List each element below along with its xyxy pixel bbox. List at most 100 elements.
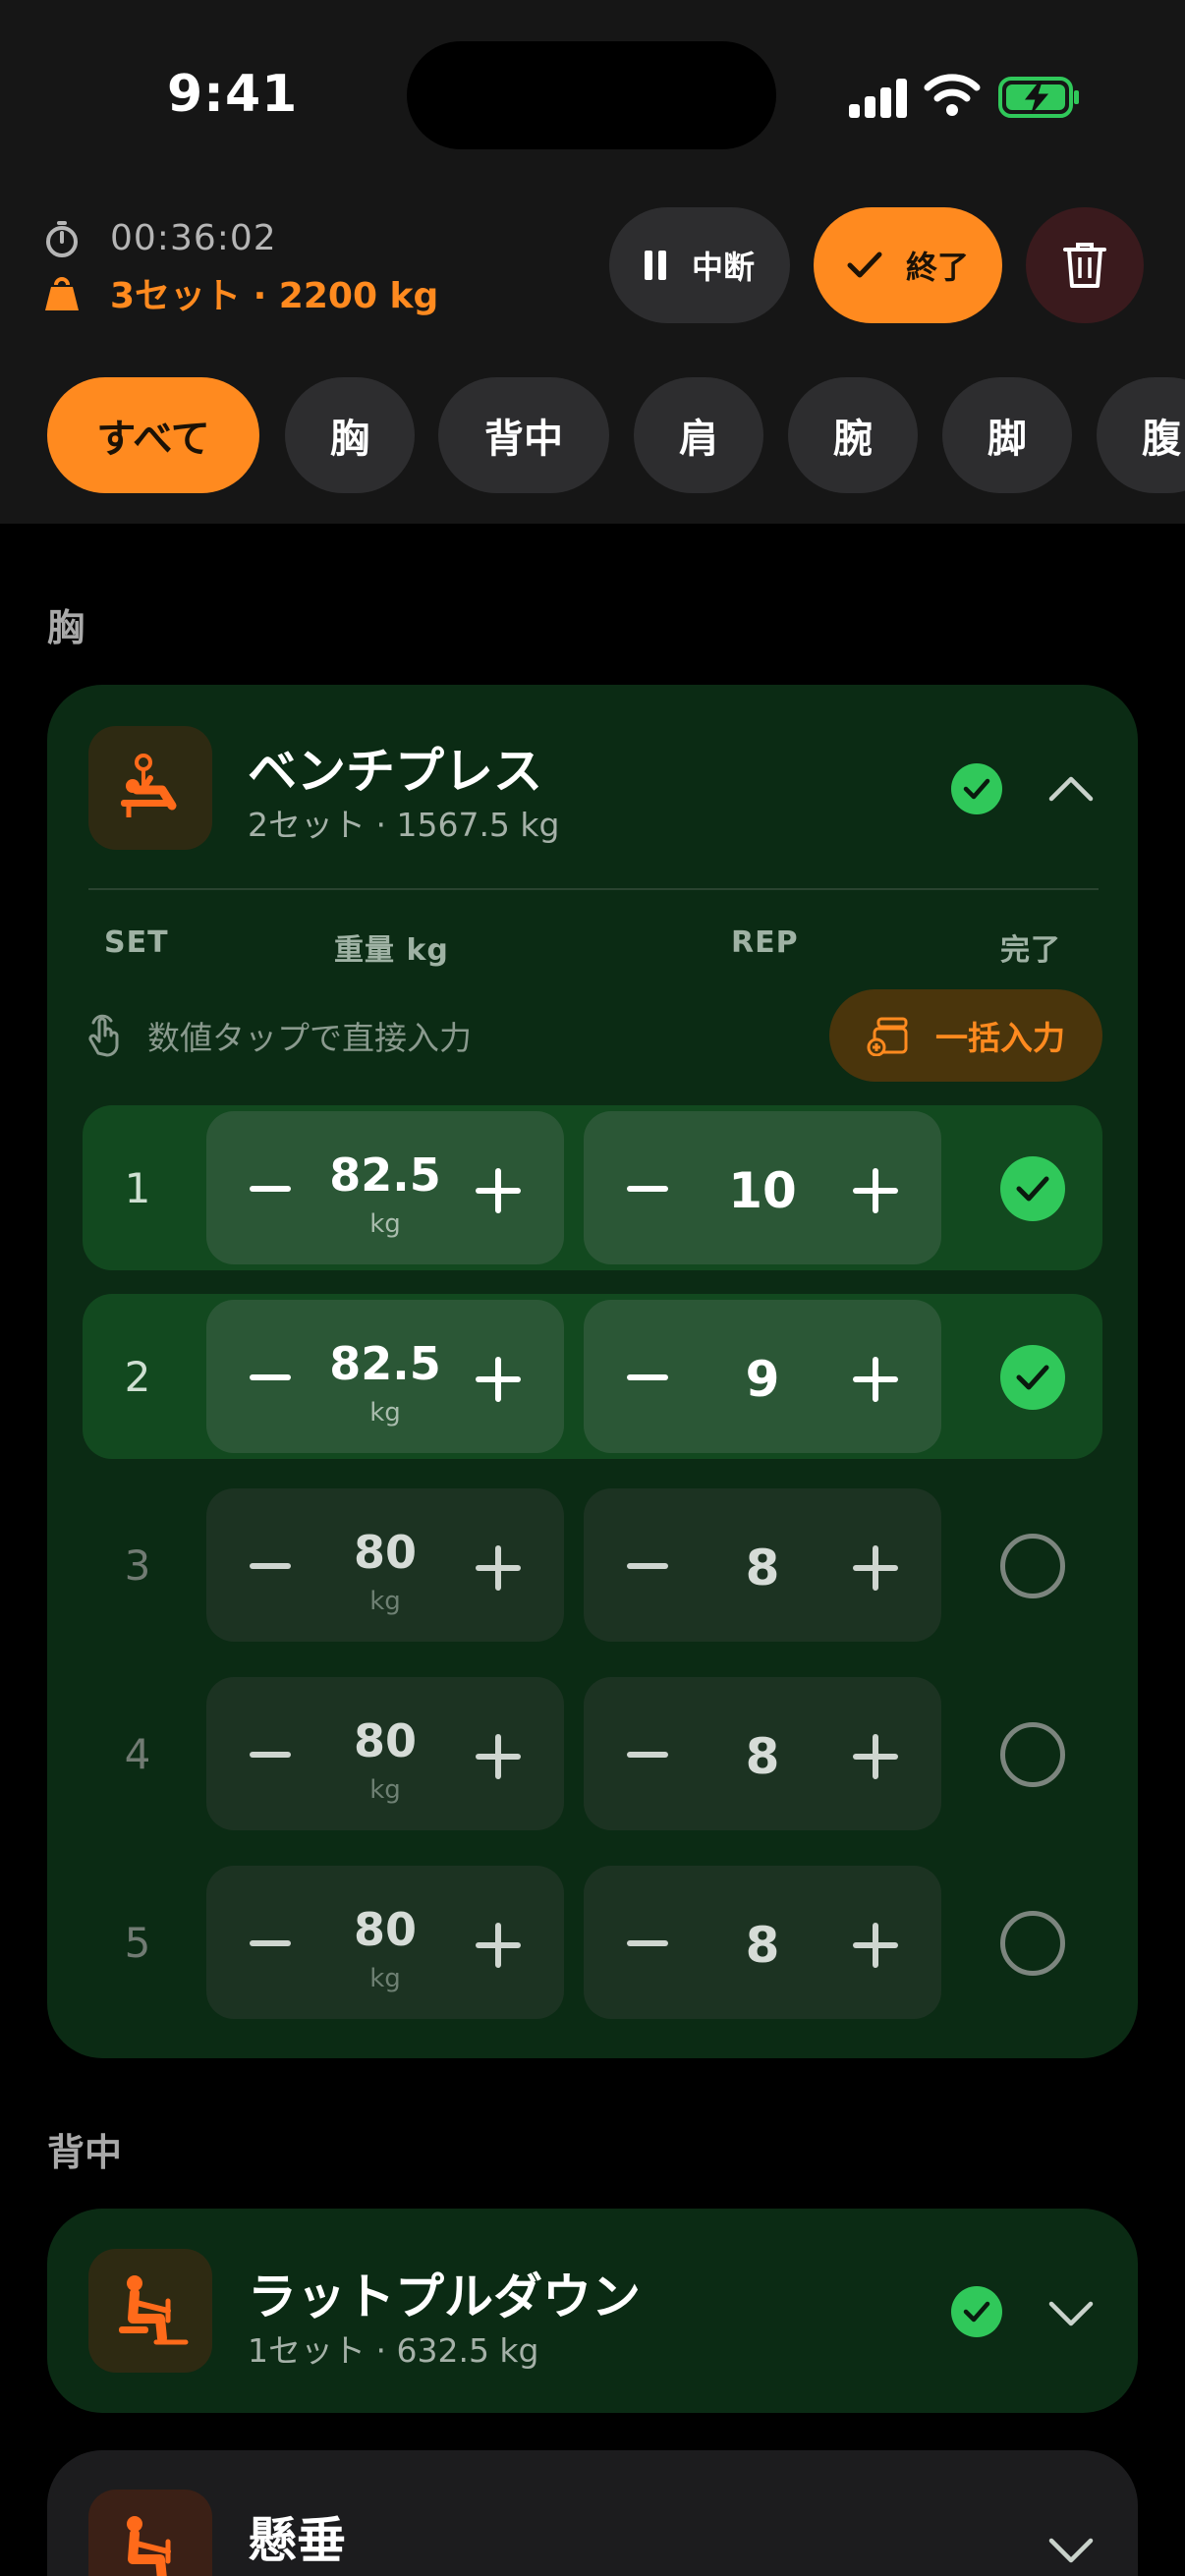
seated-row-icon — [127, 2516, 171, 2576]
exercise-card-lat-pulldown[interactable]: ラットプルダウン 1セット · 632.5 kg — [47, 2209, 1138, 2413]
chevron-down-icon[interactable] — [1045, 2286, 1097, 2337]
seated-row-icon — [119, 2275, 189, 2345]
finish-button[interactable]: 終了 — [814, 207, 1002, 323]
checkmark-icon — [1016, 1365, 1049, 1390]
weight-value[interactable]: 82.5 — [297, 1337, 474, 1390]
exercise-icon — [88, 2249, 212, 2373]
filter-chip-all[interactable]: すべて — [47, 377, 259, 493]
reps-value[interactable]: 10 — [674, 1162, 851, 1219]
weight-decrement-button[interactable] — [250, 1374, 291, 1380]
set-row-4: 4 80 kg 8 — [83, 1671, 1102, 1836]
reps-stepper: 8 — [584, 1866, 941, 2019]
reps-decrement-button[interactable] — [627, 1940, 668, 1946]
reps-increment-button[interactable] — [853, 1168, 898, 1213]
delete-workout-button[interactable] — [1026, 207, 1144, 323]
weight-value[interactable]: 80 — [297, 1714, 474, 1767]
filter-chip-abs[interactable]: 腹 — [1097, 377, 1185, 493]
status-time: 9:41 — [167, 65, 299, 124]
weight-increment-button[interactable] — [476, 1923, 521, 1968]
reps-increment-button[interactable] — [853, 1923, 898, 1968]
filter-chip-shoulders[interactable]: 肩 — [634, 377, 763, 493]
dynamic-island — [407, 41, 776, 149]
reps-decrement-button[interactable] — [627, 1186, 668, 1192]
wifi-icon — [924, 74, 981, 116]
reps-value[interactable]: 9 — [674, 1351, 851, 1408]
filter-chip-legs[interactable]: 脚 — [942, 377, 1072, 493]
weight-decrement-button[interactable] — [250, 1752, 291, 1758]
chevron-down-icon[interactable] — [1045, 2523, 1097, 2574]
exercise-summary: 1セット · 632.5 kg — [248, 2331, 539, 2370]
exercise-name: ラットプルダウン — [248, 2268, 641, 2325]
pause-icon — [644, 251, 666, 280]
weight-increment-button[interactable] — [476, 1357, 521, 1402]
weight-increment-button[interactable] — [476, 1734, 521, 1779]
reps-increment-button[interactable] — [853, 1545, 898, 1591]
reps-stepper: 8 — [584, 1677, 941, 1830]
weight-icon — [45, 277, 79, 310]
set-number: 3 — [124, 1540, 151, 1590]
reps-decrement-button[interactable] — [627, 1563, 668, 1569]
bulk-input-button[interactable]: 一括入力 — [829, 989, 1102, 1082]
chevron-up-icon[interactable] — [1045, 763, 1097, 814]
pause-label: 中断 — [691, 249, 755, 286]
weight-stepper: 82.5 kg — [206, 1300, 564, 1453]
battery-charging-icon — [998, 77, 1079, 118]
set-complete-checkbox[interactable] — [1000, 1534, 1065, 1598]
section-label-chest: 胸 — [47, 606, 85, 649]
weight-decrement-button[interactable] — [250, 1563, 291, 1569]
tap-hand-icon — [88, 1014, 119, 1057]
reps-increment-button[interactable] — [853, 1357, 898, 1402]
reps-value[interactable]: 8 — [674, 1728, 851, 1785]
reps-decrement-button[interactable] — [627, 1752, 668, 1758]
weight-decrement-button[interactable] — [250, 1186, 291, 1192]
weight-unit: kg — [369, 1398, 401, 1428]
section-label-back: 背中 — [47, 2131, 123, 2174]
set-complete-checkbox[interactable] — [1000, 1156, 1065, 1221]
pause-button[interactable]: 中断 — [609, 207, 790, 323]
weight-stepper: 80 kg — [206, 1488, 564, 1642]
weight-stepper: 80 kg — [206, 1677, 564, 1830]
workout-volume-text: 3セット · 2200 kg — [110, 276, 439, 316]
weight-value[interactable]: 82.5 — [297, 1148, 474, 1202]
filter-chip-arms[interactable]: 腕 — [788, 377, 918, 493]
elapsed-time: 00:36:02 — [43, 218, 277, 258]
cellular-signal-icon — [849, 77, 908, 118]
column-header-done: 完了 — [1000, 933, 1061, 968]
finish-label: 終了 — [905, 249, 969, 286]
set-number: 2 — [124, 1352, 151, 1401]
exercise-card-pull-up[interactable]: 懸垂 — [47, 2450, 1138, 2576]
weight-decrement-button[interactable] — [250, 1940, 291, 1946]
weight-unit: kg — [369, 1209, 401, 1239]
set-complete-checkbox[interactable] — [1000, 1722, 1065, 1787]
weight-unit: kg — [369, 1964, 401, 1993]
weight-unit: kg — [369, 1587, 401, 1616]
bench-press-icon — [121, 754, 177, 817]
set-complete-checkbox[interactable] — [1000, 1345, 1065, 1410]
exercise-name: 懸垂 — [248, 2512, 346, 2569]
filter-chip-back[interactable]: 背中 — [438, 377, 609, 493]
set-complete-checkbox[interactable] — [1000, 1911, 1065, 1976]
weight-increment-button[interactable] — [476, 1545, 521, 1591]
workout-volume: 3セット · 2200 kg — [43, 267, 438, 318]
filter-chip-chest[interactable]: 胸 — [285, 377, 415, 493]
column-header-set: SET — [104, 925, 169, 960]
weight-unit: kg — [369, 1775, 401, 1805]
exercise-name: ベンチプレス — [248, 743, 542, 800]
weight-value[interactable]: 80 — [297, 1526, 474, 1579]
stopwatch-icon — [46, 220, 78, 257]
reps-increment-button[interactable] — [853, 1734, 898, 1779]
exercise-complete-icon — [951, 763, 1002, 814]
set-number: 4 — [124, 1729, 151, 1778]
reps-value[interactable]: 8 — [674, 1917, 851, 1974]
weight-increment-button[interactable] — [476, 1168, 521, 1213]
set-row-3: 3 80 kg 8 — [83, 1483, 1102, 1648]
exercise-complete-icon — [951, 2286, 1002, 2337]
reps-value[interactable]: 8 — [674, 1540, 851, 1596]
reps-decrement-button[interactable] — [627, 1374, 668, 1380]
weight-value[interactable]: 80 — [297, 1903, 474, 1956]
checkmark-icon — [1016, 1176, 1049, 1202]
reps-stepper: 9 — [584, 1300, 941, 1453]
top-panel: 9:41 00:36:02 3セット · 2200 kg 中断 終了 すべて 胸… — [0, 0, 1185, 524]
muscle-filter-bar: すべて 胸 背中 肩 腕 脚 腹 — [0, 377, 1185, 495]
direct-input-hint-text: 数値タップで直接入力 — [147, 1019, 472, 1057]
